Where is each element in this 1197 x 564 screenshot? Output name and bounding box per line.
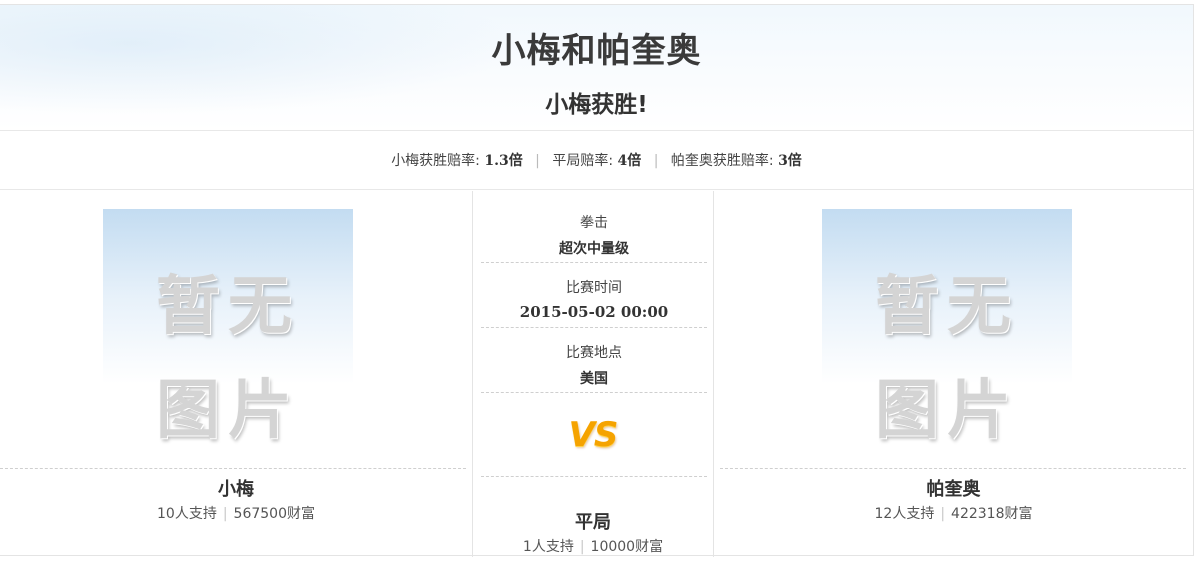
left-fighter-photo[interactable]: 暂无 图片 bbox=[103, 209, 353, 459]
right-odds-value: 3倍 bbox=[778, 153, 802, 169]
place-label: 比赛地点 bbox=[566, 345, 622, 361]
no-image-placeholder-text: 暂无 bbox=[875, 270, 1019, 344]
left-fighter-column: 暂无 图片 小梅 10人支持 | 567500财富 bbox=[0, 191, 472, 557]
draw-option-name[interactable]: 平局 bbox=[473, 508, 713, 534]
divider bbox=[481, 262, 707, 263]
match-result: 小梅获胜! bbox=[545, 92, 648, 118]
no-image-placeholder-text: 图片 bbox=[156, 374, 300, 448]
right-fighter-stats: 12人支持 | 422318财富 bbox=[714, 503, 1193, 523]
divider bbox=[0, 468, 466, 469]
place-value: 美国 bbox=[580, 371, 608, 387]
time-value: 2015-05-02 00:00 bbox=[519, 303, 669, 321]
divider bbox=[481, 476, 707, 477]
right-fighter-name[interactable]: 帕奎奥 bbox=[714, 475, 1193, 501]
left-odds-label: 小梅获胜赔率: bbox=[391, 153, 480, 169]
place-info: 比赛地点 美国 bbox=[481, 342, 707, 388]
draw-odds-value: 4倍 bbox=[617, 153, 642, 169]
divider bbox=[720, 468, 1186, 469]
right-fighter-photo[interactable]: 暂无 图片 bbox=[822, 209, 1072, 459]
draw-odds-label: 平局赔率: bbox=[552, 153, 614, 169]
time-label: 比赛时间 bbox=[566, 280, 622, 296]
time-info: 比赛时间 2015-05-02 00:00 bbox=[481, 277, 707, 321]
left-supporters-count: 10人支持 bbox=[157, 506, 217, 522]
right-supporters-count: 12人支持 bbox=[874, 506, 935, 522]
draw-supporters-count: 1人支持 bbox=[522, 539, 574, 555]
draw-wealth: 10000财富 bbox=[590, 539, 664, 555]
divider bbox=[481, 327, 707, 328]
no-image-placeholder-text: 暂无 bbox=[156, 270, 300, 344]
right-fighter-column: 暂无 图片 帕奎奥 12人支持 | 422318财富 bbox=[714, 191, 1193, 557]
odds-separator: | bbox=[535, 153, 540, 169]
sport-value: 超次中量级 bbox=[559, 241, 629, 257]
sport-label: 拳击 bbox=[580, 215, 608, 231]
right-odds-label: 帕奎奥获胜赔率: bbox=[670, 153, 774, 169]
sport-info: 拳击 超次中量级 bbox=[481, 212, 707, 258]
match-info-column: 拳击 超次中量级 比赛时间 2015-05-02 00:00 比赛地点 美国 V… bbox=[472, 191, 714, 557]
left-wealth: 567500财富 bbox=[233, 506, 315, 522]
left-fighter-name[interactable]: 小梅 bbox=[0, 475, 472, 501]
match-panel: 小梅和帕奎奥 小梅获胜! 小梅获胜赔率: 1.3倍 | 平局赔率: 4倍 | 帕… bbox=[0, 4, 1194, 557]
match-header: 小梅和帕奎奥 小梅获胜! bbox=[0, 5, 1193, 131]
odds-separator: | bbox=[653, 153, 659, 169]
no-image-placeholder-text: 图片 bbox=[875, 374, 1019, 448]
left-fighter-stats: 10人支持 | 567500财富 bbox=[0, 503, 472, 523]
divider bbox=[481, 392, 707, 393]
draw-stats: 1人支持 | 10000财富 bbox=[473, 536, 713, 556]
left-odds-value: 1.3倍 bbox=[484, 153, 523, 169]
odds-bar: 小梅获胜赔率: 1.3倍 | 平局赔率: 4倍 | 帕奎奥获胜赔率: 3倍 bbox=[0, 132, 1193, 190]
match-title: 小梅和帕奎奥 bbox=[491, 31, 702, 71]
stats-separator: | bbox=[940, 506, 946, 522]
stats-separator: | bbox=[579, 539, 585, 555]
vs-icon: VS bbox=[568, 415, 619, 455]
right-wealth: 422318财富 bbox=[951, 506, 1033, 522]
stats-separator: | bbox=[222, 506, 228, 522]
